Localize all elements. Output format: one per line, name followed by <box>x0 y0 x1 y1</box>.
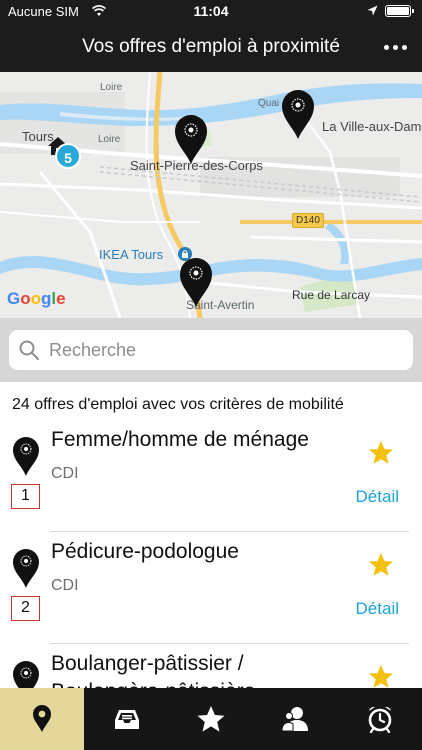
more-options-button[interactable] <box>380 34 410 60</box>
search-bar-container <box>0 318 422 382</box>
page-title: Vos offres d'emploi à proximité <box>0 36 422 58</box>
search-box[interactable] <box>9 330 413 370</box>
page-title-text: Vos offres d'emploi à proximité <box>82 36 340 57</box>
job-title: Boulanger-pâtissier / <box>51 652 244 675</box>
job-index-badge: 2 <box>11 596 40 621</box>
tab-inbox[interactable] <box>84 688 168 750</box>
star-icon[interactable] <box>368 664 394 688</box>
detail-link[interactable]: Détail <box>356 487 399 507</box>
tab-bar <box>0 688 422 750</box>
more-horizontal-icon <box>383 44 389 50</box>
job-list: 1 Femme/homme de ménage CDI Détail 2 Péd… <box>0 420 422 688</box>
detail-link[interactable]: Détail <box>356 599 399 619</box>
map-label-loire-1: Loire <box>98 134 121 145</box>
job-title: Femme/homme de ménage <box>51 428 309 451</box>
google-logo: Google <box>7 289 66 308</box>
map-label-ville-aux-dames: La Ville-aux-Dam <box>322 119 422 134</box>
map-label-ikea: IKEA Tours <box>99 247 164 262</box>
battery-icon <box>385 5 414 17</box>
map-pin-icon <box>33 705 52 732</box>
star-icon[interactable] <box>368 440 394 466</box>
tab-map[interactable] <box>0 688 85 750</box>
job-pin-icon <box>13 437 39 476</box>
status-bar: Aucune SIM 11:04 <box>0 0 422 22</box>
tab-favorites[interactable] <box>169 688 253 750</box>
job-list-item[interactable]: 2 Pédicure-podologue CDI Détail <box>0 532 422 644</box>
job-list-item[interactable]: 1 Femme/homme de ménage CDI Détail <box>0 420 422 532</box>
tab-profile[interactable] <box>253 688 337 750</box>
job-title: Pédicure-podologue <box>51 540 239 563</box>
location-arrow-icon <box>367 5 378 16</box>
job-index-badge: 1 <box>11 484 40 509</box>
map-label-quai: Quai <box>258 98 280 109</box>
job-pin-icon <box>13 661 39 688</box>
job-map-pin-3[interactable] <box>179 257 213 307</box>
nav-bar: Vos offres d'emploi à proximité <box>0 22 422 72</box>
alarm-clock-icon <box>368 706 392 734</box>
inbox-tray-icon <box>114 710 139 729</box>
job-map-pin-1[interactable] <box>174 114 208 164</box>
job-title-line2: Boulangère-pâtissière <box>51 680 255 688</box>
map-view[interactable]: Tours Loire Loire Quai La Ville-aux-Dam … <box>0 72 422 318</box>
job-list-item[interactable]: Boulanger-pâtissier / Boulangère-pâtissi… <box>0 644 422 688</box>
user-icon <box>281 707 309 732</box>
results-count: 24 offres d'emploi avec vos critères de … <box>12 396 344 413</box>
road-sign-d140: D140 <box>292 213 324 228</box>
more-dot <box>401 44 407 50</box>
cluster-marker[interactable]: 5 <box>55 143 81 169</box>
job-contract-type: CDI <box>51 465 79 482</box>
status-time: 11:04 <box>193 3 229 19</box>
tab-alerts[interactable] <box>338 688 422 750</box>
map-label-rue-larcay: Rue de Larcay <box>292 288 371 302</box>
search-icon <box>19 340 40 361</box>
map-label-loire-2: Loire <box>100 82 123 93</box>
job-map-pin-2[interactable] <box>281 89 315 139</box>
more-dot <box>392 44 398 50</box>
job-contract-type: CDI <box>51 577 79 594</box>
star-icon[interactable] <box>368 552 394 578</box>
search-input[interactable] <box>49 338 399 362</box>
star-icon <box>197 706 225 732</box>
job-pin-icon <box>13 549 39 588</box>
